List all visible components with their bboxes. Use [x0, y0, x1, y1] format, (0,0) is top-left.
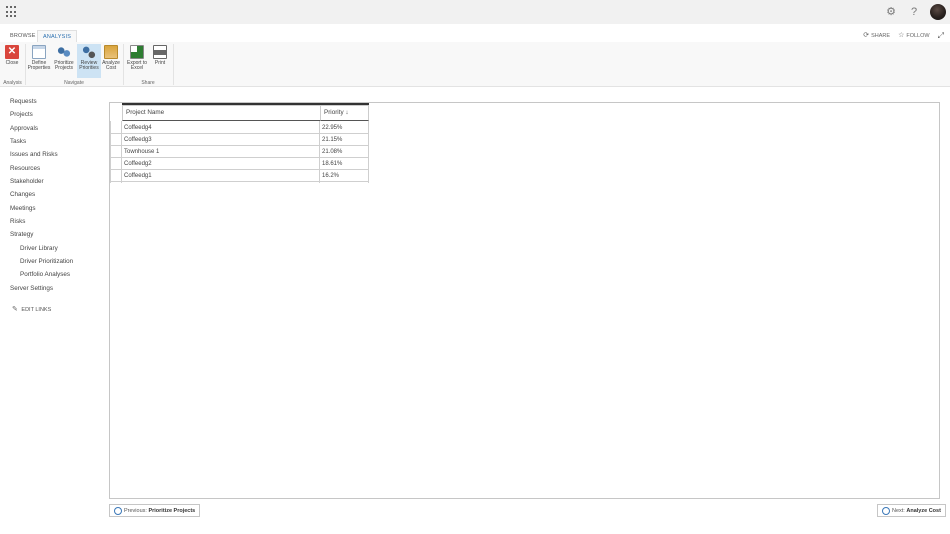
row-selector[interactable]: [110, 170, 122, 182]
star-icon: ☆: [898, 32, 905, 39]
group-label-analysis: Analysis: [3, 80, 22, 86]
group-label-share: Share: [141, 80, 155, 86]
suite-bar: ⚙ ?: [0, 0, 950, 24]
follow-button[interactable]: ☆ FOLLOW: [898, 30, 930, 42]
analyze-cost-icon: [104, 45, 118, 59]
column-header-priority[interactable]: Priority ↓: [320, 105, 369, 121]
row-selector[interactable]: [110, 146, 122, 158]
group-label-navigate: Navigate: [64, 80, 84, 86]
previous-step-button[interactable]: Previous: Prioritize Projects: [109, 504, 201, 517]
nav-item-changes[interactable]: Changes: [10, 191, 35, 198]
ribbon-divider: [173, 44, 174, 85]
column-header-project-name[interactable]: Project Name: [122, 105, 320, 121]
share-button[interactable]: ⟳ SHARE: [863, 30, 890, 42]
ribbon-divider: [25, 44, 26, 85]
nav-item-driver-prioritization[interactable]: Driver Prioritization: [20, 258, 73, 265]
nav-item-requests[interactable]: Requests: [10, 98, 37, 105]
nav-item-resources[interactable]: Resources: [10, 165, 40, 172]
review-priorities-icon: [82, 45, 96, 59]
tab-analysis[interactable]: ANALYSIS: [37, 30, 78, 42]
analyze-cost-button[interactable]: Analyze Cost: [99, 44, 123, 78]
nav-item-driver-library[interactable]: Driver Library: [20, 245, 58, 252]
review-priorities-button[interactable]: Review Priorities: [77, 44, 101, 78]
project-name-cell: Coffeedg1: [122, 170, 320, 182]
avatar[interactable]: [930, 4, 946, 20]
print-icon: [153, 45, 167, 59]
row-selector[interactable]: [110, 122, 122, 134]
tab-browse[interactable]: BROWSE: [5, 30, 41, 42]
prioritize-projects-icon: [57, 45, 71, 59]
gear-icon[interactable]: ⚙: [884, 5, 898, 19]
app-launcher-icon[interactable]: [6, 6, 18, 18]
help-icon[interactable]: ?: [907, 5, 921, 19]
export-excel-button[interactable]: Export to Excel: [125, 44, 149, 78]
nav-item-approvals[interactable]: Approvals: [10, 125, 38, 132]
priority-cell: 21.08%: [320, 146, 369, 158]
priority-cell: 22.95%: [320, 122, 369, 134]
focus-content-icon[interactable]: ⤢: [938, 30, 944, 42]
nav-item-server-settings[interactable]: Server Settings: [10, 285, 53, 292]
nav-item-portfolio-analyses[interactable]: Portfolio Analyses: [20, 271, 70, 278]
project-name-cell: Coffeedg3: [122, 134, 320, 146]
next-arrow-icon: [882, 507, 890, 515]
priority-cell: 16.2%: [320, 170, 369, 182]
top-actions: ⟳ SHARE ☆ FOLLOW ⤢: [863, 30, 944, 42]
nav-item-meetings[interactable]: Meetings: [10, 205, 36, 212]
priority-cell: 21.15%: [320, 134, 369, 146]
define-properties-icon: [32, 45, 46, 59]
close-icon: ✕: [5, 45, 19, 59]
row-selector[interactable]: [110, 158, 122, 170]
nav-item-projects[interactable]: Projects: [10, 111, 33, 118]
print-button[interactable]: Print: [148, 44, 172, 78]
close-button[interactable]: ✕ Close: [0, 44, 24, 78]
ribbon-divider: [123, 44, 124, 85]
share-icon: ⟳: [863, 32, 870, 39]
nav-item-strategy[interactable]: Strategy: [10, 231, 33, 238]
pencil-icon: ✎: [12, 306, 18, 313]
project-name-cell: Townhouse 1: [122, 146, 320, 158]
ribbon: ✕ Close Define Properties Prioritize Pro…: [0, 42, 950, 87]
nav-item-risks[interactable]: Risks: [10, 218, 25, 225]
nav-item-tasks[interactable]: Tasks: [10, 138, 26, 145]
row-selector[interactable]: [110, 134, 122, 146]
previous-arrow-icon: [114, 507, 122, 515]
export-excel-icon: [130, 45, 144, 59]
next-step-button[interactable]: Next: Analyze Cost: [877, 504, 946, 517]
priority-cell: 18.61%: [320, 158, 369, 170]
project-name-cell: Coffeedg4: [122, 122, 320, 134]
nav-item-issues-and-risks[interactable]: Issues and Risks: [10, 151, 58, 158]
define-properties-button[interactable]: Define Properties: [27, 44, 51, 78]
ribbon-tabs: BROWSE ANALYSIS: [0, 30, 950, 42]
nav-item-stakeholder[interactable]: Stakeholder: [10, 178, 44, 185]
edit-links-button[interactable]: ✎ EDIT LINKS: [12, 305, 51, 313]
prioritize-projects-button[interactable]: Prioritize Projects: [52, 44, 76, 78]
project-name-cell: Coffeedg2: [122, 158, 320, 170]
